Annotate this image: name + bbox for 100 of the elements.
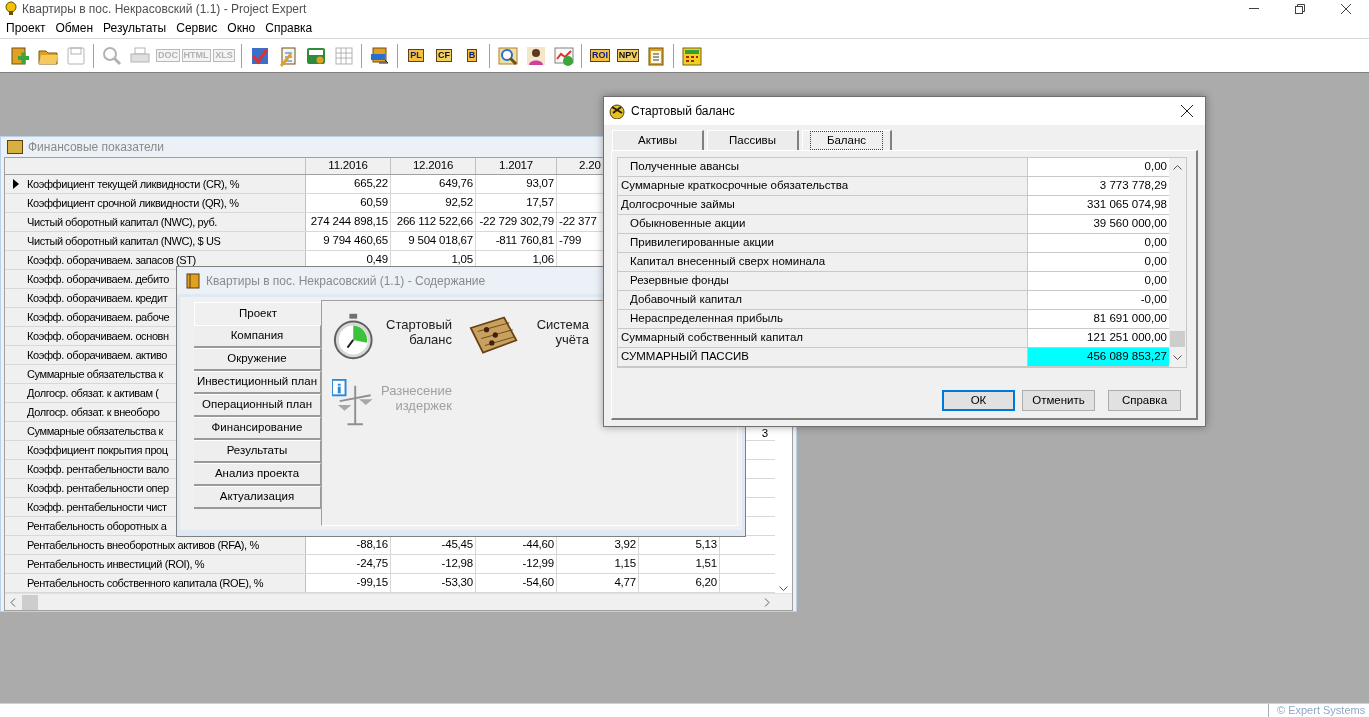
chart-picture-icon	[553, 44, 575, 67]
menu-item[interactable]: Окно	[222, 16, 261, 39]
dialog-icon	[609, 103, 625, 119]
table-cell: -53,30	[391, 574, 476, 592]
table-cell: 92,52	[391, 194, 476, 212]
dialog-button[interactable]: ОК	[942, 390, 1015, 411]
row-label: Чистый оборотный капитал (NWC), $ US	[27, 233, 221, 249]
table-cell: 274 244 898,15	[306, 213, 391, 231]
table-cell: -99,15	[306, 574, 391, 592]
toolbar-button[interactable]: B	[458, 41, 486, 70]
toolbar-button[interactable]: NPV	[614, 41, 642, 70]
row-label: Коэффициент срочной ликвидности (QR), %	[27, 195, 239, 211]
row-label: Коэфф. оборачиваем. основн	[27, 328, 169, 344]
row-label: Рентабельность собственного капитала (ROE), %	[27, 575, 264, 591]
row-label: Коэфф. рентабельности чист	[27, 499, 167, 515]
minimize-icon	[1249, 8, 1259, 9]
row-label: Рентабельность оборотных а	[27, 518, 167, 534]
table-cell: 665,22	[306, 175, 391, 193]
row-label: Коэффициент покрытия проц	[27, 442, 168, 458]
column-header: 12.2016	[391, 158, 476, 174]
column-header: 1.2017	[476, 158, 557, 174]
nav-tab[interactable]: Финансирование	[194, 417, 321, 440]
toolbar-button[interactable]: ROI	[586, 41, 614, 70]
value-cell[interactable]: 81 691 000,00	[1028, 310, 1169, 328]
pencil-list-icon	[277, 44, 299, 67]
nav-tab[interactable]: Компания	[194, 325, 321, 348]
scroll-thumb[interactable]	[1170, 331, 1185, 347]
magnifier-icon	[101, 44, 123, 67]
window-title: Квартиры в пос. Некрасовский (1.1) - Содержание	[206, 272, 486, 290]
table-cell: 17,57	[476, 194, 557, 212]
contents-item-label[interactable]: Система учёта	[524, 317, 589, 347]
nav-tab[interactable]: Анализ проекта	[194, 463, 321, 486]
row-label: Коэфф. оборачиваем. активо	[27, 347, 168, 363]
value-cell[interactable]: 331 065 074,98	[1028, 196, 1169, 214]
menu-item[interactable]: Сервис	[171, 16, 223, 39]
clipboard-arrow-icon	[369, 44, 391, 67]
dialog-title: Стартовый баланс	[631, 103, 735, 120]
contents-item-label[interactable]: Стартовый баланс	[380, 317, 452, 347]
window-title: Финансовые показатели	[28, 139, 165, 156]
value-cell[interactable]: 39 560 000,00	[1028, 215, 1169, 233]
menu-item[interactable]: Обмен	[50, 16, 99, 39]
table-cell: 93,07	[476, 175, 557, 193]
nav-tab[interactable]: Операционный план	[194, 394, 321, 417]
status-text: © Expert Systems	[1276, 704, 1367, 717]
menu-item[interactable]: Результаты	[98, 16, 172, 39]
person-icon	[525, 44, 547, 67]
toolbar-button[interactable]: CF	[430, 41, 458, 70]
table-cell: 9 794 460,65	[306, 232, 391, 250]
table-cell: -12,99	[476, 555, 557, 573]
scroll-thumb[interactable]	[22, 594, 38, 610]
row-label: Коэфф. оборачиваем. дебито	[27, 271, 169, 287]
value-cell[interactable]: -0,00	[1028, 291, 1169, 309]
table-cell: 649,76	[391, 175, 476, 193]
value-cell[interactable]: 456 089 853,27	[1028, 348, 1169, 366]
nav-tab[interactable]: Окружение	[194, 348, 321, 371]
dialog-button[interactable]: Отменить	[1022, 390, 1095, 411]
value-cell[interactable]: 3 773 778,29	[1028, 177, 1169, 195]
table-cell: -24,75	[306, 555, 391, 573]
row-label: Чистый оборотный капитал (NWC), руб.	[27, 214, 217, 230]
table-cell: -12,98	[391, 555, 476, 573]
row-label: Коэфф. рентабельности опер	[27, 480, 169, 496]
tab[interactable]: Пассивы	[707, 130, 799, 150]
column-header: 11.2016	[306, 158, 391, 174]
row-label: Суммарные обязательства к	[27, 366, 163, 382]
scroll-down-icon[interactable]	[1173, 355, 1182, 361]
scroll-up-icon[interactable]	[1173, 164, 1182, 170]
horizontal-scrollbar[interactable]	[5, 593, 792, 610]
table-cell: 6,20	[639, 574, 720, 592]
value-cell[interactable]: 0,00	[1028, 272, 1169, 290]
row-label: Коэфф. оборачиваем. рабоче	[27, 309, 170, 325]
tab[interactable]: Активы	[612, 130, 704, 150]
nav-tab[interactable]: Актуализация	[194, 486, 321, 509]
menu-item[interactable]: Проект	[1, 16, 51, 39]
row-label: Рентабельность инвестиций (ROI), %	[27, 556, 205, 572]
nav-tab[interactable]: Результаты	[194, 440, 321, 463]
row-label: Долгосрочные займы	[618, 196, 1028, 214]
nav-tab[interactable]: Проект	[194, 302, 321, 325]
value-cell[interactable]: 0,00	[1028, 234, 1169, 252]
table-cell: -811 760,81	[476, 232, 557, 250]
table-cell: -22 729 302,79	[476, 213, 557, 231]
table-cell: 1,15	[557, 555, 639, 573]
scroll-down-icon[interactable]	[779, 586, 788, 592]
table-cell: 9 504 018,67	[391, 232, 476, 250]
value-cell[interactable]: 0,00	[1028, 253, 1169, 271]
row-label: Суммарные обязательства к	[27, 423, 163, 439]
row-label: Коэфф. рентабельности вало	[27, 461, 169, 477]
tab[interactable]: Баланс	[802, 130, 892, 150]
toolbar-button[interactable]: PL	[402, 41, 430, 70]
row-label: Рентабельность внеоборотных активов (RFA), %	[27, 537, 259, 553]
nav-tab[interactable]: Инвестиционный план	[194, 371, 321, 394]
value-cell[interactable]: 121 251 000,00	[1028, 329, 1169, 347]
clipboard-list-icon	[645, 44, 667, 67]
dialog-button[interactable]: Справка	[1108, 390, 1181, 411]
table-cell: 1,51	[639, 555, 720, 573]
calculator-icon	[681, 44, 703, 67]
value-cell[interactable]: 0,00	[1028, 158, 1169, 176]
menu-item[interactable]: Справка	[260, 16, 318, 39]
row-label: Коэффициент текущей ликвидности (CR), %	[27, 176, 240, 192]
save-icon	[65, 44, 87, 67]
new-project-icon	[9, 44, 31, 67]
